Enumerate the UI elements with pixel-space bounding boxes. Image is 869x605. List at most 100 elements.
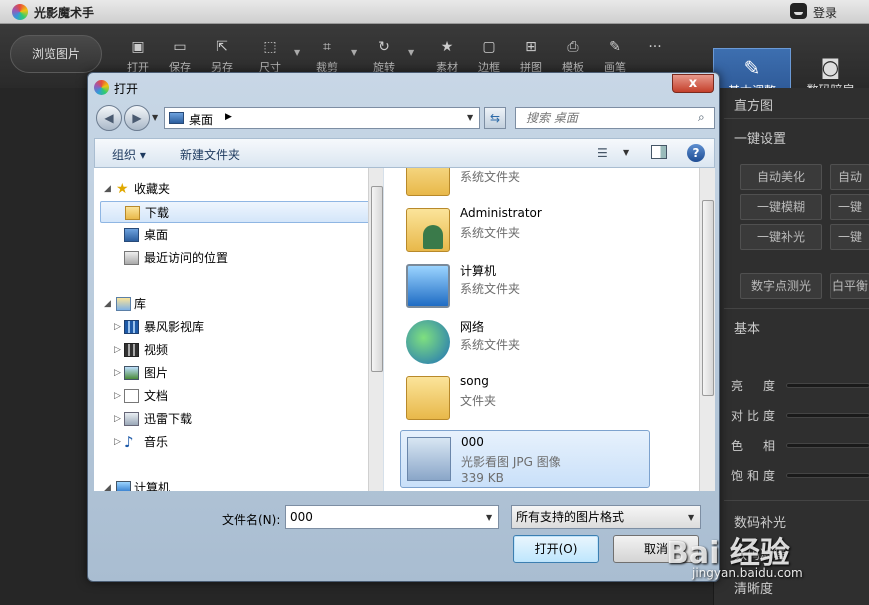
nav-recent-places[interactable]: 最近访问的位置 [100, 247, 370, 269]
material-icon: ★ [440, 39, 454, 55]
breadcrumb-arrow-icon[interactable]: ▶ [225, 112, 232, 122]
library-icon [406, 168, 450, 196]
back-button[interactable]: ◀ [96, 105, 122, 131]
search-input[interactable] [515, 107, 715, 129]
desktop-icon [124, 228, 139, 242]
open-button[interactable]: 打开(O) [513, 535, 599, 563]
refresh-button[interactable]: ⇆ [484, 107, 506, 129]
new-folder-button[interactable]: 新建文件夹 [180, 146, 240, 163]
file-scrollbar-thumb[interactable] [702, 200, 714, 396]
nav-scrollbar-thumb[interactable] [371, 186, 383, 372]
basic-heading[interactable]: 基本 [734, 318, 760, 337]
change-view-icon[interactable]: ☰ [597, 146, 608, 160]
address-bar[interactable]: 桌面 ▶ ▼ [164, 107, 480, 129]
oneclick-button-3[interactable]: 一键 [830, 224, 869, 250]
saturation-slider[interactable] [786, 473, 869, 478]
expand-arrow-icon[interactable]: ▷ [114, 431, 121, 453]
rotate-icon: ↻ [378, 39, 390, 55]
search-icon[interactable]: ⌕ [698, 110, 705, 125]
nav-videos-label: 视频 [144, 343, 169, 357]
recent-places-icon [124, 251, 139, 265]
login-icon[interactable] [790, 3, 807, 19]
filter-dropdown-arrow[interactable]: ▼ [688, 513, 694, 522]
organize-menu[interactable]: 组织 ▾ [112, 146, 146, 163]
app-titlebar: 光影魔术手 登录 [0, 0, 869, 24]
video-library-icon [124, 320, 139, 334]
nav-music[interactable]: ▷ ♪ 音乐 [100, 431, 370, 453]
auto-button[interactable]: 自动 [830, 164, 869, 190]
file-type: 系统文件夹 [460, 338, 521, 352]
expand-arrow-icon[interactable]: ▷ [114, 408, 121, 430]
nav-thunder-downloads[interactable]: ▷ 迅雷下载 [100, 408, 370, 430]
nav-videos[interactable]: ▷ 视频 [100, 339, 370, 361]
file-item-administrator[interactable]: Administrator 系统文件夹 [400, 202, 650, 258]
oneclick-fill-light-button[interactable]: 一键补光 [740, 224, 822, 250]
nav-libraries[interactable]: ◢ 库 [100, 293, 370, 315]
expand-arrow-icon[interactable]: ▷ [114, 362, 121, 384]
oneclick-button-2[interactable]: 一键 [830, 194, 869, 220]
nav-pictures-label: 图片 [144, 366, 169, 380]
file-item-000[interactable]: 000 光影看图 JPG 图像 339 KB [400, 430, 650, 488]
dialog-close-button[interactable]: x [672, 74, 714, 93]
nav-storm-library[interactable]: ▷ 暴风影视库 [100, 316, 370, 338]
app-logo-icon [12, 4, 28, 20]
oneclick-blur-button[interactable]: 一键模糊 [740, 194, 822, 220]
organize-label: 组织 [112, 148, 137, 162]
file-item-library[interactable]: 库 系统文件夹 [400, 168, 650, 202]
crop-dropdown-arrow[interactable]: ▼ [351, 48, 357, 57]
save-icon: ▭ [173, 39, 187, 55]
histogram-heading[interactable]: 直方图 [734, 95, 773, 114]
address-crumb-desktop[interactable]: 桌面 [189, 111, 213, 128]
collapse-arrow-icon[interactable]: ◢ [104, 293, 111, 315]
forward-button[interactable]: ▶ [124, 105, 150, 131]
nav-thunder-label: 迅雷下载 [144, 412, 193, 426]
filename-input[interactable] [285, 505, 499, 529]
address-dropdown-arrow[interactable]: ▼ [467, 113, 473, 122]
file-type-filter[interactable]: 所有支持的图片格式 [511, 505, 701, 529]
nav-downloads[interactable]: 下载 [100, 201, 370, 223]
help-icon[interactable]: ? [687, 144, 705, 162]
filename-dropdown-arrow[interactable]: ▼ [486, 513, 492, 522]
file-item-network[interactable]: 网络 系统文件夹 [400, 314, 650, 370]
command-bar: 组织 ▾ 新建文件夹 ☰ ▼ ? [94, 138, 715, 168]
expand-arrow-icon[interactable]: ▷ [114, 385, 121, 407]
collapse-arrow-icon[interactable]: ◢ [104, 178, 111, 200]
hue-slider[interactable] [786, 443, 869, 448]
nav-music-label: 音乐 [144, 435, 169, 449]
picture-icon [124, 366, 139, 380]
login-button[interactable]: 登录 [813, 4, 837, 21]
library-icon [116, 297, 131, 311]
white-balance-button[interactable]: 白平衡 [830, 273, 869, 299]
contrast-slider[interactable] [786, 413, 869, 418]
preview-pane-icon[interactable] [651, 145, 667, 159]
music-note-icon: ♪ [124, 433, 134, 451]
nav-computer[interactable]: ◢ 计算机 [100, 477, 370, 491]
file-name: Administrator [460, 206, 542, 220]
clarity-heading[interactable]: 清晰度 [734, 578, 773, 597]
nav-scrollbar[interactable] [368, 168, 383, 491]
collapse-arrow-icon[interactable]: ◢ [104, 477, 111, 491]
panel-divider-3 [724, 500, 869, 501]
file-item-computer[interactable]: 计算机 系统文件夹 [400, 258, 650, 314]
arrow-right-icon: ▶ [132, 111, 142, 125]
nav-favorites[interactable]: ◢ ★ 收藏夹 [100, 178, 370, 200]
view-dropdown-arrow[interactable]: ▼ [623, 148, 629, 157]
nav-desktop[interactable]: 桌面 [100, 224, 370, 246]
nav-pictures[interactable]: ▷ 图片 [100, 362, 370, 384]
nav-libraries-label: 库 [134, 297, 147, 311]
nav-documents[interactable]: ▷ 文档 [100, 385, 370, 407]
oneclick-heading[interactable]: 一键设置 [734, 128, 786, 147]
rotate-dropdown-arrow[interactable]: ▼ [408, 48, 414, 57]
browse-images-button[interactable]: 浏览图片 [10, 35, 102, 73]
file-item-song[interactable]: song 文件夹 [400, 370, 650, 426]
file-scrollbar[interactable] [699, 168, 715, 491]
spot-metering-button[interactable]: 数字点测光 [740, 273, 822, 299]
saturation-label: 饱和度 [731, 469, 780, 483]
expand-arrow-icon[interactable]: ▷ [114, 339, 121, 361]
auto-beautify-button[interactable]: 自动美化 [740, 164, 822, 190]
expand-arrow-icon[interactable]: ▷ [114, 316, 121, 338]
recent-locations-dropdown[interactable]: ▼ [152, 113, 158, 122]
resize-dropdown-arrow[interactable]: ▼ [294, 48, 300, 57]
brightness-slider[interactable] [786, 383, 869, 388]
nav-downloads-label: 下载 [145, 206, 170, 220]
